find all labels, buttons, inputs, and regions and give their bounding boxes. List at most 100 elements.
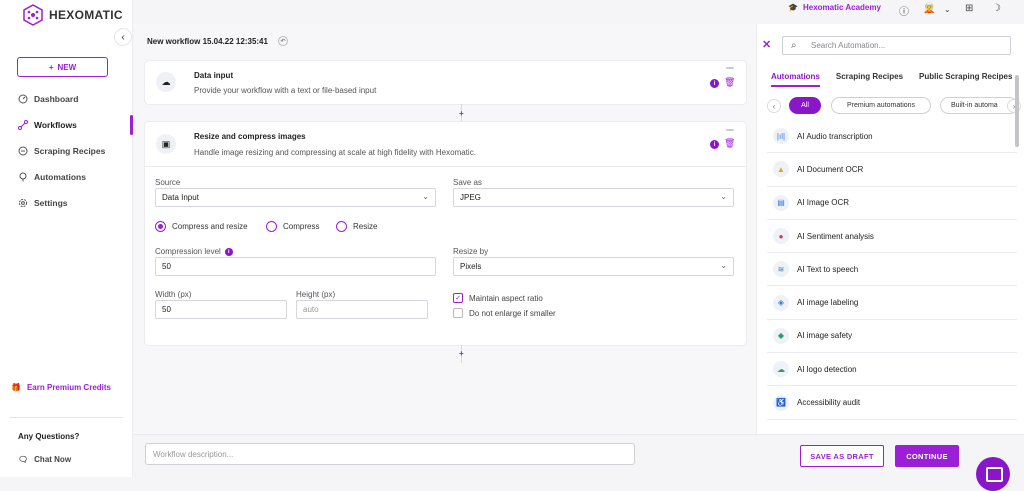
chevron-down-icon: ⌄ [422, 192, 429, 201]
resize-by-label: Resize by [453, 247, 489, 256]
hexomatic-academy-link[interactable]: 🎓 Hexomatic Academy [788, 3, 881, 12]
panel-scrollbar[interactable] [1015, 75, 1019, 147]
trash-icon[interactable]: 🗑 [724, 138, 735, 149]
list-item[interactable]: ◆ AI image safety [767, 320, 1017, 354]
list-item[interactable]: ☁ AI logo detection [767, 353, 1017, 387]
graduation-cap-icon: 🎓 [788, 3, 798, 12]
drag-handle-icon[interactable] [726, 67, 734, 69]
dark-mode-icon[interactable]: ☽ [992, 3, 1001, 14]
step-card-resize-compress[interactable]: ▣ Resize and compress images Handle imag… [145, 122, 746, 345]
academy-label: Hexomatic Academy [802, 3, 881, 12]
sidebar-item-label: Workflows [34, 120, 77, 130]
close-panel-icon[interactable]: ✕ [762, 38, 771, 51]
step-title: Resize and compress images [194, 132, 306, 141]
gift-icon: 🎁 [11, 383, 21, 392]
avatar[interactable]: 🧝 [923, 3, 935, 14]
list-item[interactable]: ▤ AI Image OCR [767, 187, 1017, 220]
chip-all[interactable]: All [789, 97, 821, 114]
earn-premium-credits-link[interactable]: 🎁 Earn Premium Credits [11, 383, 111, 392]
trash-icon[interactable]: 🗑 [724, 77, 735, 88]
sidebar-item-scraping-recipes[interactable]: Scraping Recipes [0, 138, 133, 164]
add-step-plus-icon[interactable]: + [459, 349, 464, 358]
workflows-icon [18, 120, 28, 130]
continue-button[interactable]: CONTINUE [895, 445, 959, 467]
tab-scraping-recipes[interactable]: Scraping Recipes [836, 72, 903, 87]
list-item-label: AI Image OCR [797, 198, 850, 208]
sidebar-item-settings[interactable]: Settings [0, 190, 133, 216]
list-item-label: AI Sentiment analysis [797, 231, 874, 241]
list-item[interactable]: ● AI Sentiment analysis [767, 220, 1017, 254]
logo[interactable]: HEXOMATIC [22, 4, 123, 26]
undo-icon[interactable]: ↶ [277, 36, 288, 46]
text-to-speech-icon: ≋ [773, 261, 789, 278]
chevron-left-icon[interactable]: ‹ [767, 99, 781, 113]
new-button[interactable]: + NEW [17, 57, 108, 77]
bottom-bar: Workflow description... SAVE AS DRAFT CO… [134, 434, 1024, 491]
radio-indicator[interactable] [336, 221, 347, 232]
save-as-value: JPEG [460, 193, 481, 202]
collapse-sidebar-button[interactable]: ‹ [114, 28, 132, 46]
save-as-select[interactable]: JPEG ⌄ [453, 188, 734, 207]
add-step-plus-icon[interactable]: + [459, 109, 464, 118]
list-item[interactable]: ◈ AI image labeling [767, 286, 1017, 320]
list-item[interactable]: ▲ AI Document OCR [767, 153, 1017, 187]
chat-now-link[interactable]: 🗨 Chat Now [18, 455, 71, 464]
step-card-data-input[interactable]: ☁ Data input Provide your workflow with … [145, 61, 746, 104]
tab-public-scraping-recipes[interactable]: Public Scraping Recipes [919, 72, 1012, 87]
chevron-down-icon: ⌄ [720, 192, 727, 201]
list-item[interactable]: |ıl| AI Audio transcription [767, 120, 1017, 154]
sidebar-item-label: Dashboard [34, 94, 79, 104]
chat-widget-button[interactable] [976, 457, 1010, 491]
radio-compress-and-resize[interactable]: Compress and resize [155, 221, 248, 232]
list-item[interactable]: ♿ Accessibility audit [767, 386, 1017, 420]
list-item[interactable]: ≋ AI Text to speech [767, 253, 1017, 287]
chip-premium-automations[interactable]: Premium automations [831, 97, 931, 114]
search-automation-input[interactable]: ⌕ Search Automation... [782, 36, 1011, 55]
tab-automations[interactable]: Automations [771, 72, 820, 87]
compression-level-input[interactable]: 50 [155, 257, 436, 276]
height-placeholder: auto [303, 305, 319, 314]
info-icon[interactable]: i [710, 140, 719, 149]
automation-panel: ✕ ⌕ Search Automation... Automations Scr… [756, 24, 1024, 434]
height-input[interactable]: auto [296, 300, 428, 319]
help-icon[interactable]: ⓘ [899, 3, 909, 18]
radio-resize[interactable]: Resize [336, 221, 377, 232]
drag-handle-icon[interactable] [726, 129, 734, 131]
step-title: Data input [194, 71, 234, 80]
topbar: 🎓 Hexomatic Academy ⓘ 🧝 ⌄ ⊞ ☽ [134, 0, 1024, 24]
dashboard-icon [18, 94, 28, 104]
source-value: Data Input [162, 193, 199, 202]
image-safety-icon: ◆ [773, 327, 789, 344]
radio-compress[interactable]: Compress [266, 221, 319, 232]
resize-by-select[interactable]: Pixels ⌄ [453, 257, 734, 276]
sentiment-icon: ● [773, 228, 789, 245]
save-as-draft-button[interactable]: SAVE AS DRAFT [800, 445, 884, 467]
sidebar-item-workflows[interactable]: Workflows [0, 112, 133, 138]
apps-grid-icon[interactable]: ⊞ [965, 3, 973, 14]
sidebar-item-dashboard[interactable]: Dashboard [0, 86, 133, 112]
do-not-enlarge-checkbox[interactable]: Do not enlarge if smaller [453, 308, 556, 318]
width-label: Width (px) [155, 290, 192, 299]
info-icon[interactable]: i [224, 247, 233, 256]
logo-detection-icon: ☁ [773, 361, 789, 378]
chevron-down-icon[interactable]: ⌄ [944, 5, 951, 14]
hexomatic-logo-icon [23, 4, 43, 26]
workflow-description-placeholder: Workflow description... [153, 449, 234, 459]
checkbox-icon[interactable] [453, 308, 463, 318]
document-ocr-icon: ▲ [773, 161, 789, 178]
workflow-description-input[interactable]: Workflow description... [145, 443, 635, 465]
compression-level-label: Compression level i [155, 247, 233, 256]
checkbox-label: Do not enlarge if smaller [469, 308, 556, 318]
workflow-title-text: New workflow 15.04.22 12:35:41 [147, 36, 268, 46]
width-input[interactable]: 50 [155, 300, 287, 319]
automations-icon [19, 172, 27, 182]
maintain-aspect-ratio-checkbox[interactable]: ✓ Maintain aspect ratio [453, 293, 543, 303]
earn-label: Earn Premium Credits [26, 383, 111, 392]
radio-indicator[interactable] [155, 221, 166, 232]
info-icon[interactable]: i [710, 79, 719, 88]
sidebar-item-automations[interactable]: Automations [0, 164, 133, 190]
image-ocr-icon: ▤ [773, 194, 789, 211]
checkbox-checked-icon[interactable]: ✓ [453, 293, 463, 303]
source-select[interactable]: Data Input ⌄ [155, 188, 436, 207]
radio-indicator[interactable] [266, 221, 277, 232]
